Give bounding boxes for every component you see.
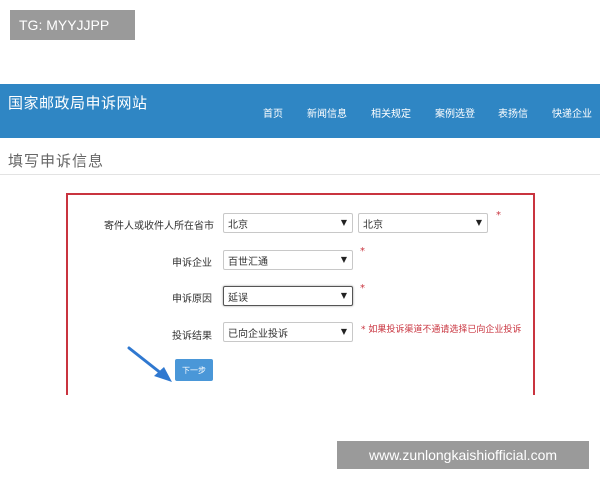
result-hint: * 如果投诉渠道不通请选择已向企业投诉 bbox=[361, 325, 522, 335]
nav-item-praise[interactable]: 表扬信 bbox=[498, 105, 528, 120]
reason-value: 延误 bbox=[228, 292, 248, 304]
required-mark: * bbox=[360, 246, 365, 257]
main-nav: 首页 新闻信息 相关规定 案例选登 表扬信 快递企业 bbox=[0, 105, 600, 120]
pointer-arrow-icon bbox=[127, 346, 172, 382]
result-label: 投诉结果 bbox=[172, 331, 212, 342]
chevron-down-icon: ▼ bbox=[475, 218, 482, 227]
result-value: 已向企业投诉 bbox=[228, 328, 288, 340]
heading-divider bbox=[0, 174, 600, 175]
city-select[interactable]: 北京 ▼ bbox=[358, 213, 488, 233]
tg-watermark: TG: MYYJJPP bbox=[10, 10, 135, 40]
nav-item-home[interactable]: 首页 bbox=[263, 105, 283, 120]
next-step-button[interactable]: 下一步 bbox=[175, 359, 213, 381]
location-label: 寄件人或收件人所在省市 bbox=[104, 221, 214, 232]
nav-item-cases[interactable]: 案例选登 bbox=[435, 105, 475, 120]
required-mark: * bbox=[360, 283, 365, 294]
chevron-down-icon: ▼ bbox=[340, 255, 347, 264]
reason-label: 申诉原因 bbox=[172, 294, 212, 305]
page-title: 填写申诉信息 bbox=[8, 152, 105, 170]
nav-item-regulations[interactable]: 相关规定 bbox=[371, 105, 411, 120]
required-mark: * bbox=[496, 210, 501, 221]
company-value: 百世汇通 bbox=[228, 256, 268, 268]
nav-item-couriers[interactable]: 快递企业 bbox=[552, 105, 592, 120]
site-header: 国家邮政局申诉网站 首页 新闻信息 相关规定 案例选登 表扬信 快递企业 bbox=[0, 84, 600, 138]
result-select[interactable]: 已向企业投诉 ▼ bbox=[223, 322, 353, 342]
province-value: 北京 bbox=[228, 219, 248, 231]
chevron-down-icon: ▼ bbox=[340, 327, 347, 336]
reason-select[interactable]: 延误 ▼ bbox=[223, 286, 353, 306]
company-select[interactable]: 百世汇通 ▼ bbox=[223, 250, 353, 270]
city-value: 北京 bbox=[363, 219, 383, 231]
chevron-down-icon: ▼ bbox=[340, 291, 347, 300]
province-select[interactable]: 北京 ▼ bbox=[223, 213, 353, 233]
nav-item-news[interactable]: 新闻信息 bbox=[307, 105, 347, 120]
url-watermark: www.zunlongkaishiofficial.com bbox=[337, 441, 589, 469]
company-label: 申诉企业 bbox=[172, 258, 212, 269]
chevron-down-icon: ▼ bbox=[340, 218, 347, 227]
